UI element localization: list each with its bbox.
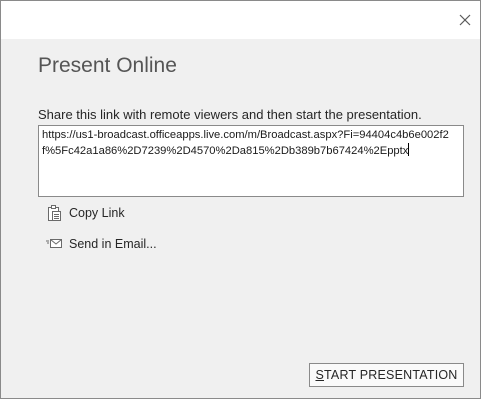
text-caret bbox=[408, 142, 410, 156]
start-presentation-button[interactable]: S TART PRESENTATION bbox=[309, 363, 464, 387]
broadcast-link-field[interactable]: https://us1-broadcast.officeapps.live.co… bbox=[38, 125, 464, 197]
send-in-email-label: Send in Email... bbox=[69, 237, 157, 251]
dialog-heading: Present Online bbox=[38, 54, 177, 77]
instructions-text: Share this link with remote viewers and … bbox=[38, 107, 422, 122]
close-button[interactable] bbox=[456, 11, 474, 29]
copy-link-label: Copy Link bbox=[69, 206, 125, 220]
present-online-dialog: Present Online Share this link with remo… bbox=[0, 0, 481, 399]
copy-icon bbox=[45, 204, 63, 222]
close-icon bbox=[459, 14, 471, 26]
copy-link-button[interactable]: Copy Link bbox=[45, 204, 125, 222]
broadcast-link-text: https://us1-broadcast.officeapps.live.co… bbox=[42, 129, 449, 157]
title-bar bbox=[1, 1, 480, 39]
start-button-accelerator: S bbox=[315, 368, 325, 382]
send-in-email-button[interactable]: Send in Email... bbox=[45, 235, 157, 253]
email-icon bbox=[45, 235, 63, 253]
start-button-label: TART PRESENTATION bbox=[324, 368, 458, 382]
